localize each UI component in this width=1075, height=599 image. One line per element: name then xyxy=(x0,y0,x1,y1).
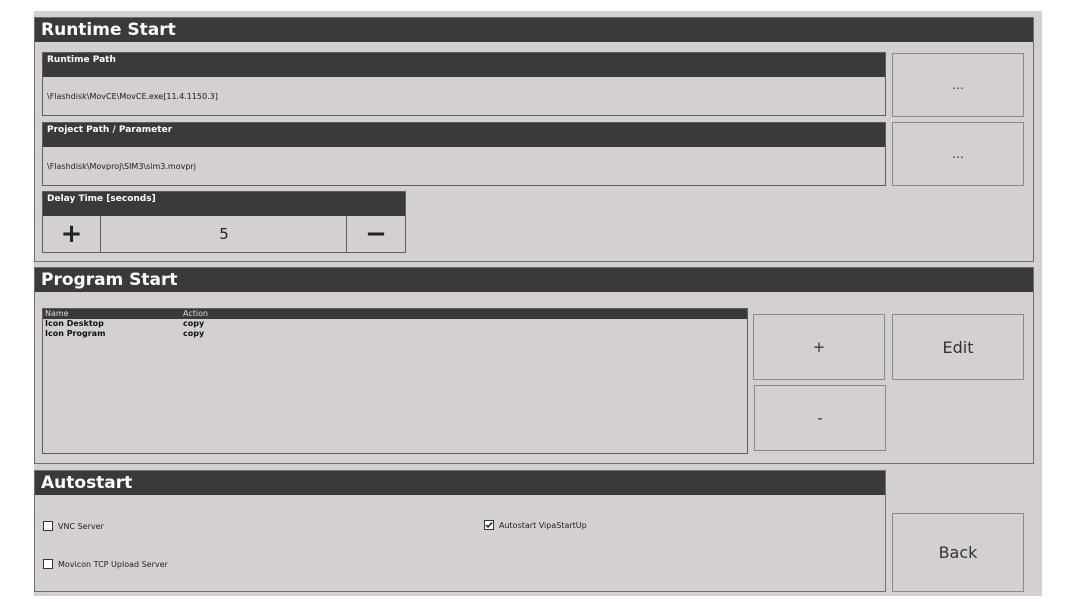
delay-value: 5 xyxy=(219,225,229,243)
project-path-browse-button[interactable]: ... xyxy=(892,122,1024,186)
runtime-path-browse-button[interactable]: ... xyxy=(892,53,1024,117)
column-header-name: Name xyxy=(45,309,69,318)
edit-program-button[interactable]: Edit xyxy=(892,314,1024,380)
program-start-list[interactable]: Name Action Icon Desktop copy Icon Progr… xyxy=(42,308,748,454)
list-item-action: copy xyxy=(183,329,205,338)
program-list-header: Name Action xyxy=(43,309,747,319)
runtime-path-label: Runtime Path xyxy=(43,53,885,77)
delay-value-display: 5 xyxy=(102,216,346,252)
autostart-vipastartup-label: Autostart VipaStartUp xyxy=(499,520,587,530)
delay-time-label: Delay Time [seconds] xyxy=(43,192,405,216)
hmi-screen: Runtime Start Runtime Path \Flashdisk\Mo… xyxy=(34,11,1042,596)
movicon-tcp-checkbox[interactable] xyxy=(43,559,53,569)
runtime-start-title: Runtime Start xyxy=(35,18,1033,42)
movicon-tcp-option[interactable]: Movicon TCP Upload Server xyxy=(43,559,168,569)
list-item-name: Icon Desktop xyxy=(45,319,104,328)
add-program-label: + xyxy=(812,338,826,356)
vnc-server-option[interactable]: VNC Server xyxy=(43,521,104,531)
project-path-field[interactable]: Project Path / Parameter \Flashdisk\Movp… xyxy=(42,122,886,186)
minus-icon: − xyxy=(365,219,387,249)
remove-program-label: - xyxy=(817,409,823,427)
edit-program-label: Edit xyxy=(942,337,974,357)
autostart-vipastartup-checkbox[interactable] xyxy=(484,520,494,530)
vnc-server-checkbox[interactable] xyxy=(43,521,53,531)
list-item[interactable]: Icon Desktop copy xyxy=(43,319,747,329)
list-item[interactable]: Icon Program copy xyxy=(43,329,747,339)
program-start-title: Program Start xyxy=(35,268,1033,292)
project-path-label: Project Path / Parameter xyxy=(43,123,885,147)
back-button[interactable]: Back xyxy=(892,513,1024,592)
autostart-panel: Autostart xyxy=(34,470,886,592)
runtime-path-field[interactable]: Runtime Path \Flashdisk\MovCE\MovCE.exe[… xyxy=(42,52,886,116)
runtime-path-value: \Flashdisk\MovCE\MovCE.exe[11.4.1150.3] xyxy=(47,92,218,101)
delay-increment-button[interactable]: + xyxy=(43,216,101,252)
list-item-name: Icon Program xyxy=(45,329,106,338)
project-path-value: \Flashdisk\Movproj\SIM3\sim3.movprj xyxy=(47,162,196,171)
plus-icon: + xyxy=(60,219,83,249)
movicon-tcp-label: Movicon TCP Upload Server xyxy=(58,559,168,569)
back-label: Back xyxy=(938,543,978,562)
remove-program-button[interactable]: - xyxy=(754,385,886,451)
autostart-title: Autostart xyxy=(35,471,885,495)
project-path-browse-label: ... xyxy=(952,147,964,161)
vnc-server-label: VNC Server xyxy=(58,521,104,531)
column-header-action: Action xyxy=(183,309,209,318)
runtime-path-browse-label: ... xyxy=(952,78,964,92)
delay-decrement-button[interactable]: − xyxy=(346,216,405,252)
autostart-vipastartup-option[interactable]: Autostart VipaStartUp xyxy=(484,520,587,530)
list-item-action: copy xyxy=(183,319,205,328)
add-program-button[interactable]: + xyxy=(753,314,885,380)
checkmark-icon xyxy=(485,522,493,529)
